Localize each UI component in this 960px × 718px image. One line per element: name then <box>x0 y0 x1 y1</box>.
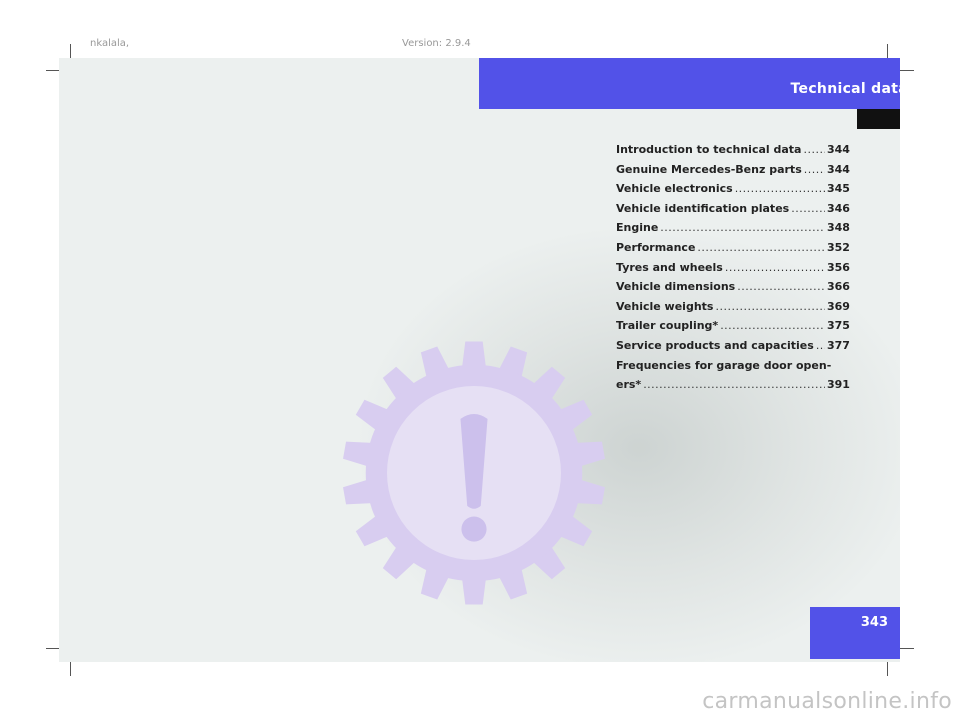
version-header: Version: 2.9.4 <box>402 38 471 49</box>
toc-entry[interactable]: Trailer coupling* 375 <box>616 316 850 336</box>
toc-entry-label: Performance <box>616 240 696 254</box>
toc-entry-page: 369 <box>827 299 850 313</box>
toc-entry-page: 352 <box>827 240 850 254</box>
toc-dot-leader <box>791 199 825 219</box>
toc-entry-label: Vehicle weights <box>616 299 714 313</box>
toc-entry-label: Vehicle dimensions <box>616 280 736 294</box>
toc-dot-leader <box>804 160 825 180</box>
table-of-contents: Introduction to technical data344Genuine… <box>616 140 850 395</box>
toc-entry-label: Engine <box>616 221 659 235</box>
toc-entry[interactable]: Vehicle electronics 345 <box>616 179 850 199</box>
toc-dot-leader <box>720 316 825 336</box>
toc-entry-label: Introduction to technical data <box>616 143 802 156</box>
toc-entry-page: 375 <box>827 319 850 333</box>
toc-entry-page: 346 <box>827 201 850 215</box>
section-title: Technical data <box>790 81 908 97</box>
page-number: 343 <box>860 615 888 630</box>
toc-entry-page: 344 <box>827 162 850 176</box>
toc-dot-leader <box>660 218 825 238</box>
toc-dot-leader <box>803 140 825 160</box>
crop-mark <box>898 648 914 649</box>
toc-dot-leader <box>725 258 825 278</box>
toc-entry[interactable]: Genuine Mercedes-Benz parts 344 <box>616 160 850 180</box>
gear-exclamation-icon <box>343 341 605 605</box>
toc-entry-page: 348 <box>827 221 850 235</box>
toc-entry[interactable]: Vehicle weights 369 <box>616 297 850 317</box>
page-number-box: 343 <box>810 607 900 659</box>
toc-entry-page: 366 <box>827 280 850 294</box>
toc-dot-leader <box>816 336 825 356</box>
toc-entry-label: Tyres and wheels <box>616 260 723 274</box>
toc-entry-label: Vehicle identification plates <box>616 201 790 215</box>
toc-entry-page: 345 <box>827 182 850 196</box>
toc-entry-line1[interactable]: Frequencies for garage door open- <box>616 356 849 376</box>
toc-entry[interactable]: Tyres and wheels 356 <box>616 258 850 278</box>
crop-mark <box>898 70 914 71</box>
crop-mark <box>887 660 888 676</box>
toc-entry[interactable]: ers* 391 <box>616 375 850 395</box>
file-name-header: nkalala, <box>90 38 130 49</box>
toc-dot-leader <box>737 277 825 297</box>
toc-entry[interactable]: Engine 348 <box>616 218 850 238</box>
toc-dot-leader <box>715 297 825 317</box>
crop-mark <box>70 660 71 676</box>
toc-entry[interactable]: Vehicle dimensions 366 <box>616 277 850 297</box>
toc-entry-label: Genuine Mercedes-Benz parts <box>616 162 802 176</box>
toc-entry[interactable]: Service products and capacities 377 <box>616 336 850 356</box>
toc-entry-page: 356 <box>827 260 850 274</box>
toc-entry-label: ers* <box>616 378 642 392</box>
toc-dot-leader <box>735 179 825 199</box>
section-thumb-tab <box>857 109 900 129</box>
toc-entry[interactable]: Introduction to technical data 344 <box>616 140 850 160</box>
exclamation-dot <box>461 516 487 542</box>
watermark-text: carmanualsonline.info <box>702 689 952 714</box>
toc-entry-label: Vehicle electronics <box>616 182 733 196</box>
toc-dot-leader <box>643 375 825 395</box>
toc-dot-leader <box>697 238 825 258</box>
toc-entry[interactable]: Vehicle identification plates 346 <box>616 199 850 219</box>
toc-entry-page: 344 <box>827 143 850 156</box>
toc-entry-page: 377 <box>827 338 850 352</box>
toc-entry[interactable]: Performance 352 <box>616 238 850 258</box>
toc-entry-label: Trailer coupling* <box>616 319 719 333</box>
toc-entry-label: Service products and capacities <box>616 338 814 352</box>
toc-entry-page: 391 <box>827 378 850 392</box>
